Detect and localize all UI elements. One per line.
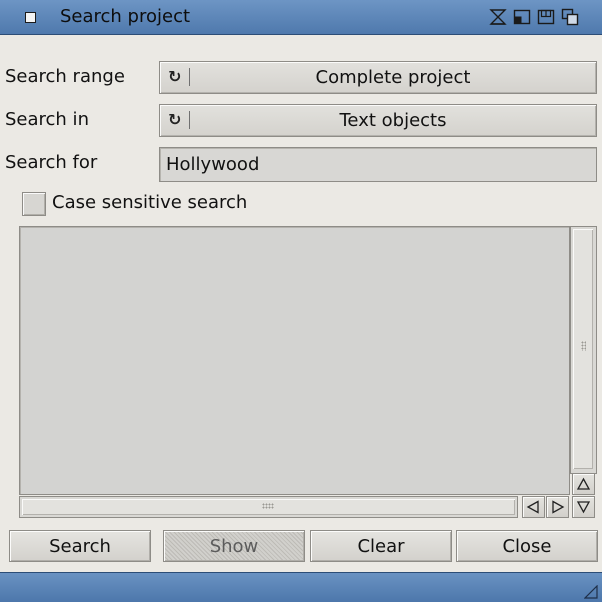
vertical-scroll-knob[interactable]: [573, 229, 593, 469]
grip-dots-icon: [581, 341, 586, 351]
horizontal-scrollbar[interactable]: [19, 496, 518, 518]
title-bar[interactable]: Search project: [0, 0, 602, 35]
search-for-field[interactable]: Hollywood: [159, 147, 597, 182]
search-in-label: Search in: [5, 109, 89, 130]
depth-icon[interactable]: [561, 8, 579, 26]
search-in-cycle-button[interactable]: ↻ Text objects: [159, 104, 597, 137]
close-button[interactable]: Close: [456, 530, 598, 562]
snapshot-icon[interactable]: [537, 8, 555, 26]
horizontal-scroll-knob[interactable]: [22, 499, 515, 515]
search-for-label: Search for: [5, 152, 98, 173]
scroll-up-arrow-icon[interactable]: [572, 473, 595, 495]
resize-grip-icon[interactable]: [584, 585, 598, 599]
results-listview[interactable]: [19, 226, 570, 495]
search-range-value: Complete project: [315, 67, 471, 88]
search-project-window: Search project Search range ↻ Complete p…: [0, 0, 602, 602]
scroll-right-arrow-icon[interactable]: [546, 496, 569, 518]
scroll-left-arrow-icon[interactable]: [522, 496, 545, 518]
status-bar: [0, 572, 602, 602]
grip-dots-icon: [262, 503, 274, 509]
cycle-icon: ↻: [168, 110, 182, 129]
search-range-label: Search range: [5, 66, 125, 87]
search-for-value: Hollywood: [166, 154, 260, 175]
search-range-cycle-button[interactable]: ↻ Complete project: [159, 61, 597, 94]
cycle-icon: ↻: [168, 67, 182, 86]
window-title: Search project: [60, 6, 191, 27]
show-button[interactable]: Show: [163, 530, 305, 562]
iconify-icon[interactable]: [489, 8, 507, 26]
clear-button[interactable]: Clear: [310, 530, 452, 562]
vertical-scrollbar[interactable]: [570, 226, 597, 474]
case-sensitive-checkbox[interactable]: [22, 192, 46, 216]
close-gadget-icon[interactable]: [25, 12, 36, 23]
scroll-down-arrow-icon[interactable]: [572, 496, 595, 518]
search-in-value: Text objects: [339, 110, 447, 131]
case-sensitive-label: Case sensitive search: [52, 192, 248, 213]
zoom-icon[interactable]: [513, 8, 531, 26]
search-button[interactable]: Search: [9, 530, 151, 562]
